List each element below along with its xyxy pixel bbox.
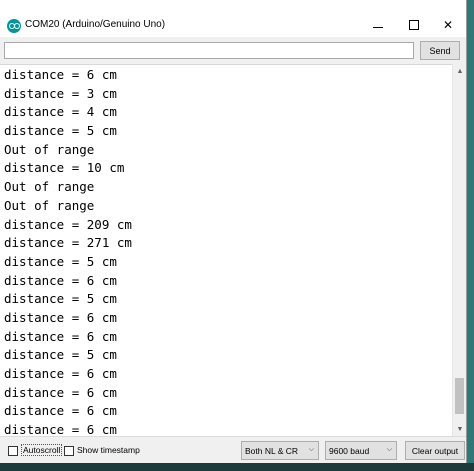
output-line: distance = 10 cm (4, 160, 125, 176)
close-button[interactable]: ✕ (430, 12, 466, 38)
output-line: distance = 209 cm (4, 216, 132, 232)
chevron-down-icon: ⌵ (386, 446, 392, 453)
status-bar: Autoscroll Show timestamp Both NL & CR ⌵… (0, 436, 466, 463)
output-line: distance = 5 cm (4, 347, 117, 363)
serial-output[interactable]: distance = 6 cm distance = 3 cm distance =… (0, 64, 466, 437)
arduino-icon (7, 19, 21, 33)
minimize-icon (373, 26, 383, 28)
autoscroll-label[interactable]: Autoscroll (21, 444, 63, 456)
clear-output-button[interactable]: Clear output (405, 441, 465, 460)
window-title: COM20 (Arduino/Genuino Uno) (25, 19, 166, 30)
output-line: distance = 6 cm (4, 403, 117, 419)
line-ending-value: Both NL & CR (245, 445, 299, 456)
scroll-thumb[interactable] (455, 378, 464, 414)
autoscroll-checkbox[interactable] (8, 446, 18, 456)
output-line: Out of range (4, 141, 95, 157)
output-line: distance = 6 cm (4, 366, 117, 381)
vertical-scrollbar[interactable]: ▲ ▼ (452, 64, 466, 436)
close-icon: ✕ (442, 18, 454, 32)
output-line: distance = 6 cm (4, 272, 117, 288)
title-bar[interactable]: COM20 (Arduino/Genuino Uno) ✕ (0, 0, 466, 37)
output-line: distance = 6 cm (4, 384, 117, 400)
maximize-button[interactable] (396, 12, 432, 38)
show-timestamp-label[interactable]: Show timestamp (77, 445, 140, 455)
output-line: Out of range (4, 197, 95, 213)
output-line: distance = 6 cm (4, 309, 117, 325)
scroll-down-icon[interactable]: ▼ (453, 422, 467, 436)
output-line: distance = 6 cm (4, 328, 117, 344)
baud-rate-select[interactable]: 9600 baud ⌵ (325, 441, 397, 460)
line-ending-select[interactable]: Both NL & CR ⌵ (241, 441, 319, 460)
minimize-button[interactable] (360, 12, 396, 38)
output-line: distance = 5 cm (4, 291, 117, 307)
scroll-up-icon[interactable]: ▲ (453, 64, 467, 78)
send-button[interactable]: Send (420, 41, 460, 60)
output-line: distance = 5 cm (4, 123, 117, 139)
taskbar-edge (0, 463, 474, 471)
maximize-icon (409, 20, 419, 30)
output-line: distance = 3 cm (4, 85, 117, 101)
send-toolbar: Send (0, 37, 466, 64)
output-line: distance = 271 cm (4, 235, 132, 251)
desktop-background (467, 0, 474, 471)
output-line: distance = 4 cm (4, 104, 117, 120)
serial-monitor-window: COM20 (Arduino/Genuino Uno) ✕ Send dista… (0, 0, 467, 471)
send-input[interactable] (4, 42, 414, 59)
output-lines: distance = 6 cm distance = 3 cm distance =… (4, 66, 132, 437)
show-timestamp-checkbox[interactable] (64, 446, 74, 456)
output-line: distance = 6 cm (4, 422, 117, 437)
output-line: distance = 6 cm (4, 67, 117, 82)
chevron-down-icon: ⌵ (308, 446, 314, 453)
baud-rate-value: 9600 baud (329, 445, 370, 456)
output-line: Out of range (4, 179, 95, 195)
output-line: distance = 5 cm (4, 253, 117, 269)
